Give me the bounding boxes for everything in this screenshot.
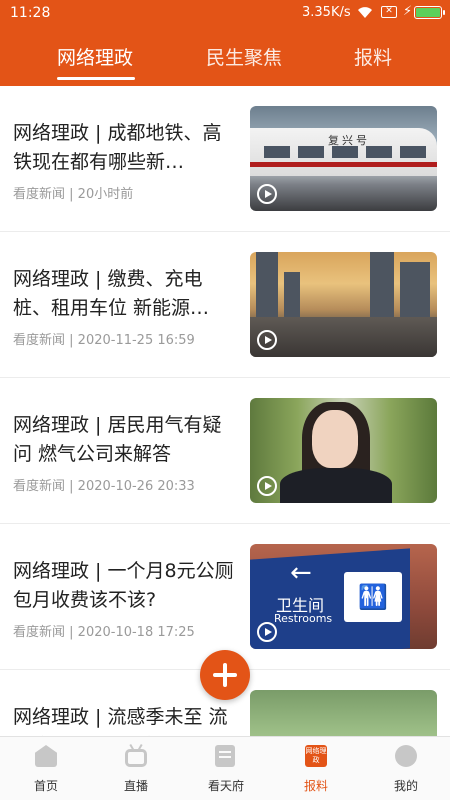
tab-network-governance[interactable]: 网络理政 — [57, 43, 133, 70]
nav-report[interactable]: 网络理政 报料 — [270, 737, 360, 800]
nav-label: 报料 — [303, 779, 328, 793]
news-time: 20小时前 — [77, 187, 134, 202]
nav-kantianfu[interactable]: 看天府 — [180, 737, 270, 800]
nav-me[interactable]: 我的 — [360, 737, 450, 800]
news-meta: 看度新闻 | 2020-10-18 17:25 — [13, 625, 195, 640]
news-thumbnail — [250, 252, 437, 357]
train-sign: 复兴号 — [328, 134, 370, 147]
news-time: 2020-10-18 17:25 — [77, 625, 195, 640]
news-source: 看度新闻 — [13, 479, 66, 494]
play-icon — [257, 476, 277, 496]
status-bar: 11:28 3.35K/s ✕ ⚡ — [0, 0, 450, 26]
news-thumbnail: 复兴号 — [250, 106, 437, 211]
news-item[interactable]: 网络理政 | 缴费、充电桩、租用车位 新能源… 看度新闻 | 2020-11-2… — [0, 232, 450, 378]
tab-report[interactable]: 报料 — [354, 43, 392, 70]
nav-home[interactable]: 首页 — [0, 737, 90, 800]
nav-label: 首页 — [33, 779, 58, 793]
news-time: 2020-11-25 16:59 — [77, 333, 195, 348]
nav-label: 直播 — [123, 779, 148, 793]
status-time: 11:28 — [10, 5, 51, 21]
news-title: 网络理政 | 一个月8元公厕包月收费该不该? — [13, 560, 234, 611]
nav-label: 看天府 — [207, 779, 244, 793]
news-thumbnail — [250, 690, 437, 736]
news-item[interactable]: 网络理政 | 居民用气有疑问 燃气公司来解答 看度新闻 | 2020-10-26… — [0, 378, 450, 524]
play-icon — [257, 622, 277, 642]
play-icon — [257, 184, 277, 204]
news-source: 看度新闻 — [13, 187, 66, 202]
play-icon — [257, 330, 277, 350]
network-speed: 3.35K/s — [302, 5, 351, 20]
news-title: 网络理政 | 缴费、充电桩、租用车位 新能源… — [13, 268, 210, 319]
tab-livelihood-focus[interactable]: 民生聚焦 — [206, 43, 282, 70]
news-thumbnail — [250, 398, 437, 503]
news-thumbnail: ← 卫生间 Restrooms 🚻 — [250, 544, 437, 649]
battery-icon — [414, 6, 445, 19]
news-meta: 看度新闻 | 20小时前 — [13, 187, 134, 202]
report-icon: 网络理政 — [305, 745, 327, 767]
news-title: 网络理政 | 居民用气有疑问 燃气公司来解答 — [13, 414, 222, 465]
add-button[interactable] — [200, 650, 250, 700]
news-item[interactable]: 网络理政 | 成都地铁、高铁现在都有哪些新… 看度新闻 | 20小时前 复兴号 — [0, 86, 450, 232]
home-icon — [35, 745, 57, 767]
tv-icon — [125, 749, 147, 767]
news-item[interactable]: 网络理政 | 一个月8元公厕包月收费该不该? 看度新闻 | 2020-10-18… — [0, 524, 450, 670]
app-header: 11:28 3.35K/s ✕ ⚡ 网络理政 民生聚焦 报料 — [0, 0, 450, 86]
charging-icon: ⚡ — [403, 4, 413, 19]
news-source: 看度新闻 — [13, 625, 66, 640]
news-meta: 看度新闻 | 2020-11-25 16:59 — [13, 333, 195, 348]
left-arrow-icon: ← — [290, 558, 312, 588]
wifi-icon — [358, 7, 372, 18]
news-title: 网络理政 | 流感季未至 流感疫苗已出现“抢苗” — [13, 706, 228, 736]
restroom-icon: 🚻 — [344, 572, 402, 622]
news-list: 网络理政 | 成都地铁、高铁现在都有哪些新… 看度新闻 | 20小时前 复兴号 … — [0, 86, 450, 736]
user-icon — [395, 745, 417, 767]
restroom-sign-en: Restrooms — [274, 612, 333, 625]
news-title: 网络理政 | 成都地铁、高铁现在都有哪些新… — [13, 122, 222, 173]
news-meta: 看度新闻 | 2020-10-26 20:33 — [13, 479, 195, 494]
active-tab-indicator — [57, 77, 135, 80]
bottom-nav: 首页 直播 看天府 网络理政 报料 我的 — [0, 736, 450, 800]
news-time: 2020-10-26 20:33 — [77, 479, 195, 494]
nav-label: 我的 — [393, 779, 418, 793]
no-sim-icon: ✕ — [381, 6, 397, 18]
news-source: 看度新闻 — [13, 333, 66, 348]
nav-live[interactable]: 直播 — [90, 737, 180, 800]
document-icon — [215, 745, 235, 767]
